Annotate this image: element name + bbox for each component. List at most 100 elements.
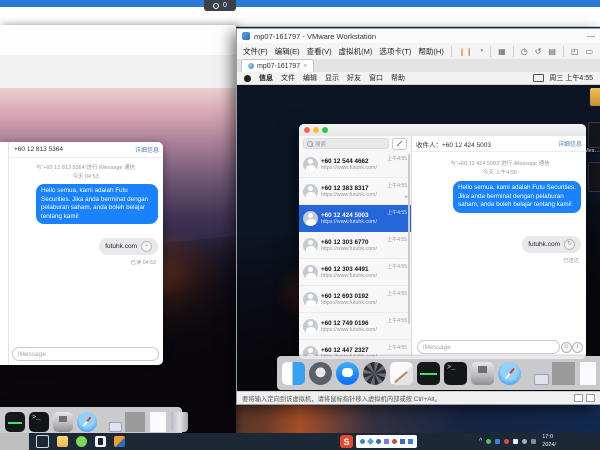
message-input[interactable]: iMessage xyxy=(417,340,560,354)
textedit-dock-icon[interactable] xyxy=(390,362,413,385)
document-dock-icon[interactable] xyxy=(149,411,167,433)
microphone-icon[interactable]: ι xyxy=(572,342,583,353)
window-title: mp07-161797 - VMware Workstation xyxy=(254,32,583,41)
desktop-icon[interactable] xyxy=(588,122,600,148)
menubar-clock[interactable]: 周三 上午4:55 xyxy=(549,73,593,83)
mac-menu-item[interactable]: 好友 xyxy=(347,73,361,83)
apple-menu-icon[interactable] xyxy=(244,75,251,82)
ime-indicator[interactable]: S xyxy=(340,435,353,448)
mac-menu-item[interactable]: 文件 xyxy=(281,73,295,83)
finder-dock-icon[interactable] xyxy=(282,362,305,385)
sidebar-scrollbar[interactable] xyxy=(408,154,410,324)
vm-tab[interactable]: mp07-161797 × xyxy=(241,59,314,72)
screen-share-badge[interactable]: 0 xyxy=(204,0,236,11)
mac-menu-item[interactable]: 信息 xyxy=(259,73,273,83)
zoom-icon[interactable] xyxy=(322,127,328,133)
installer-dock-icon[interactable] xyxy=(53,412,73,432)
installer-dock-icon[interactable] xyxy=(471,362,494,385)
vmware-menu-item[interactable]: 虚拟机(M) xyxy=(339,46,373,57)
messages-window[interactable]: 搜索 +60 12 544 4662https://www.futuhk.com… xyxy=(299,124,586,359)
conversation-item[interactable]: +60 12 383 8317https://www.futuhk.com/上午… xyxy=(299,178,411,205)
tray-icon[interactable] xyxy=(513,439,518,444)
vm-tab-close-icon[interactable]: × xyxy=(303,63,307,70)
snapshot-button[interactable]: ◷ xyxy=(521,47,528,56)
launchpad-dock-icon[interactable] xyxy=(309,362,332,385)
link-preview-bubble[interactable]: futuhk.com ⌁ xyxy=(99,238,158,255)
pinned-app-button[interactable] xyxy=(95,436,106,447)
tray-icon[interactable] xyxy=(495,439,500,444)
tray-icon[interactable] xyxy=(531,439,536,444)
messages-dock-icon[interactable] xyxy=(336,362,359,385)
screen-sharing-dock-icon[interactable] xyxy=(525,362,548,385)
conversation-item[interactable]: +60 12 424 5003https://www.futuhk.com/上午… xyxy=(299,205,411,232)
vmware-menu-item[interactable]: 文件(F) xyxy=(243,46,268,57)
conversation-item[interactable]: +60 12 749 0196https://www.futuhk.com/上午… xyxy=(299,313,411,340)
details-link[interactable]: 详细信息 xyxy=(135,145,159,154)
conversation-item[interactable]: +60 12 693 0192https://www.futuhk.com/上午… xyxy=(299,286,411,313)
terminal-dock-icon[interactable] xyxy=(29,412,49,432)
vmware-titlebar[interactable]: mp07-161797 - VMware Workstation — xyxy=(237,29,600,43)
emoji-picker-icon[interactable]: ☺ xyxy=(561,342,572,353)
browser-button[interactable] xyxy=(76,436,87,447)
message-input[interactable]: iMessage xyxy=(12,347,159,361)
tray-icon[interactable] xyxy=(504,439,509,444)
conversation-item[interactable]: +60 12 544 4662https://www.futuhk.com/上午… xyxy=(299,151,411,178)
link-preview-bubble[interactable]: futuhk.com ↻ xyxy=(522,236,581,253)
minimize-icon[interactable] xyxy=(313,127,319,133)
close-icon[interactable] xyxy=(304,127,310,133)
task-view-button[interactable] xyxy=(36,435,49,448)
system-preferences-dock-icon[interactable] xyxy=(363,362,386,385)
tray-icon[interactable] xyxy=(392,439,397,444)
document-dock-icon[interactable] xyxy=(579,361,597,386)
compose-button[interactable] xyxy=(392,138,407,150)
device-status-icon[interactable] xyxy=(574,394,583,402)
pause-dropdown-icon[interactable]: ▾ xyxy=(480,48,483,54)
tray-icon[interactable] xyxy=(376,439,381,444)
snapshot-manager-button[interactable]: ▤ xyxy=(548,47,556,56)
vmware-menu-item[interactable]: 查看(V) xyxy=(307,46,332,57)
show-library-button[interactable]: ◰ xyxy=(571,47,579,56)
tray-icon[interactable] xyxy=(384,439,389,444)
pinned-app-button[interactable] xyxy=(114,436,125,447)
vmware-window-background[interactable]: +60 12 813 5364 详细信息 与“+60 12 813 5364”进… xyxy=(0,25,236,435)
terminal-dock-icon[interactable] xyxy=(444,362,467,385)
mac-menu-item[interactable]: 编辑 xyxy=(303,73,317,83)
activity-monitor-dock-icon[interactable] xyxy=(5,412,25,432)
tray-icon[interactable] xyxy=(522,439,527,444)
vmware-window[interactable]: mp07-161797 - VMware Workstation — 文件(F)… xyxy=(236,28,600,405)
trash-dock-icon[interactable] xyxy=(171,412,188,432)
vmware-menu-item[interactable]: 帮助(H) xyxy=(418,46,443,57)
vmware-menu-item[interactable]: 选项卡(T) xyxy=(379,46,411,57)
minimize-button[interactable]: — xyxy=(587,32,595,41)
taskbar-clock[interactable]: 17:0 2024/ xyxy=(542,434,556,448)
file-explorer-button[interactable] xyxy=(57,436,68,447)
messages-window-left[interactable]: +60 12 813 5364 详细信息 与“+60 12 813 5364”进… xyxy=(0,142,163,365)
pause-button[interactable]: ❙❙ xyxy=(459,47,474,56)
conversation-item[interactable]: +60 12 303 4491https://www.futuhk.com/上午… xyxy=(299,259,411,286)
safari-dock-icon[interactable] xyxy=(77,412,97,432)
conversation-item[interactable]: +60 12 303 6770https://www.futuhk.com/上午… xyxy=(299,232,411,259)
revert-snapshot-button[interactable]: ↺ xyxy=(535,47,542,56)
vmware-menu-item[interactable]: 编辑(E) xyxy=(275,46,300,57)
safari-dock-icon[interactable] xyxy=(498,362,521,385)
tray-icon[interactable] xyxy=(367,438,374,445)
tray-icon[interactable] xyxy=(360,439,365,444)
console-view-button[interactable]: ▭ xyxy=(586,47,594,56)
desktop-icon[interactable] xyxy=(588,162,600,192)
tray-icon[interactable] xyxy=(408,439,413,444)
display-status-icon[interactable] xyxy=(533,74,544,82)
search-input[interactable]: 搜索 xyxy=(303,138,389,149)
screen-sharing-dock-icon[interactable] xyxy=(101,412,121,432)
desktop-icon[interactable] xyxy=(590,88,600,106)
tray-icon[interactable] xyxy=(400,439,405,444)
tray-expand-icon[interactable]: ^ xyxy=(479,438,482,445)
tray-icon[interactable] xyxy=(486,439,491,444)
mac-menu-item[interactable]: 帮助 xyxy=(391,73,405,83)
mac-menu-item[interactable]: 显示 xyxy=(325,73,339,83)
mac-menu-item[interactable]: 窗口 xyxy=(369,73,383,83)
details-link[interactable]: 详细信息 xyxy=(558,139,582,148)
message-log-icon[interactable] xyxy=(586,394,595,402)
send-ctrl-alt-del-button[interactable]: ▦ xyxy=(498,47,506,56)
activity-monitor-dock-icon[interactable] xyxy=(417,362,440,385)
ime-toolbar[interactable] xyxy=(356,435,417,448)
